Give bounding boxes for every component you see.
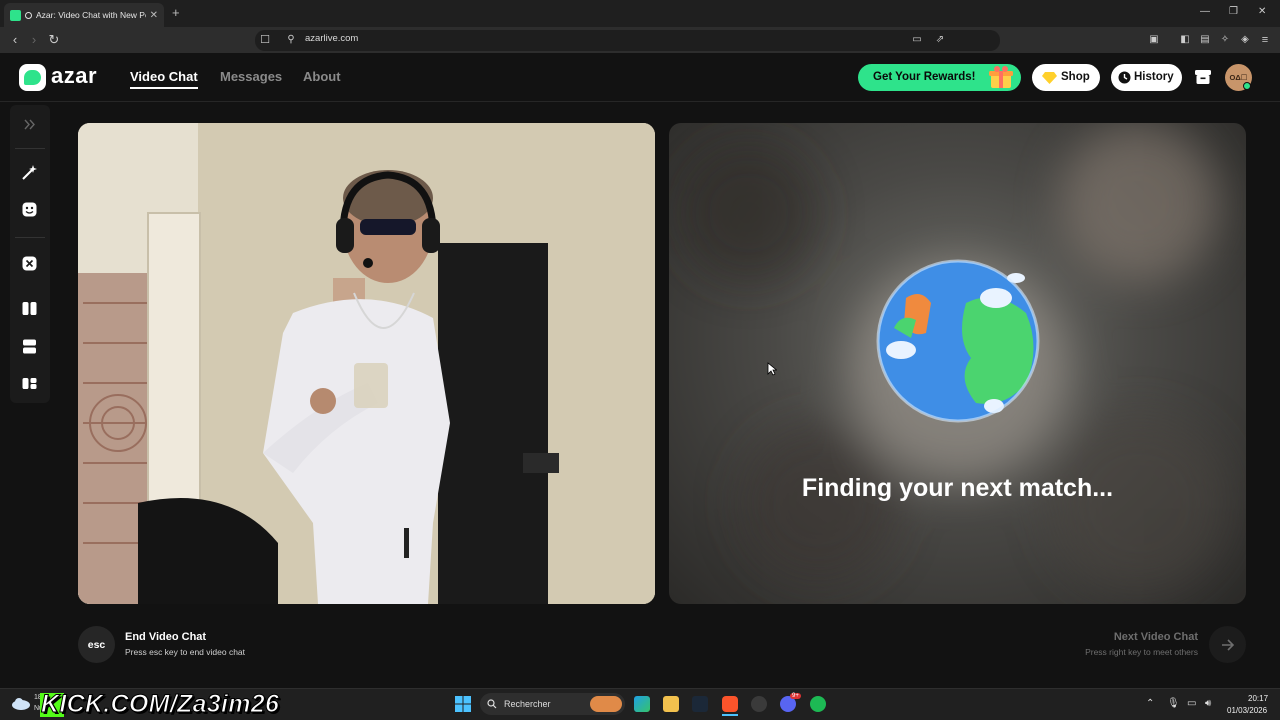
wallet-icon[interactable]: ▤	[1197, 32, 1213, 48]
shop-button[interactable]: Shop	[1032, 64, 1100, 91]
history-button[interactable]: History	[1111, 64, 1182, 91]
windows-start-icon[interactable]	[455, 696, 471, 712]
microphone-icon[interactable]: 🎙︎	[1167, 698, 1180, 709]
nav-video-chat[interactable]: Video Chat	[130, 69, 198, 84]
stream-overlay-text: KICK.COM/Za3im26	[40, 690, 280, 719]
sidebar-toggle-icon[interactable]: ◧	[1177, 32, 1193, 48]
recording-icon	[25, 11, 32, 19]
layout-pip-icon[interactable]	[21, 375, 38, 392]
inbox-box-icon[interactable]	[1194, 68, 1212, 86]
tab-title: Azar: Video Chat with New Pe	[36, 10, 146, 20]
end-video-chat-button[interactable]: esc	[78, 626, 115, 663]
online-status-dot	[1243, 82, 1251, 90]
shop-label: Shop	[1061, 71, 1090, 83]
browser-tab-bar: Azar: Video Chat with New Pe ✕ + — ❐ ✕	[0, 0, 1280, 27]
end-video-chat-title: End Video Chat	[125, 631, 207, 643]
history-label: History	[1134, 71, 1174, 83]
clock-time[interactable]: 20:17	[1248, 694, 1268, 703]
brave-taskbar-icon[interactable]	[722, 696, 738, 712]
arrow-right-icon	[1221, 638, 1234, 651]
close-tab-icon[interactable]: ✕	[150, 10, 158, 21]
gem-icon	[1042, 72, 1057, 84]
nav-messages[interactable]: Messages	[220, 69, 282, 84]
reading-icon[interactable]: ▣	[1146, 32, 1162, 48]
sidebar-divider	[15, 148, 45, 149]
next-video-chat-title: Next Video Chat	[1113, 631, 1198, 643]
site-info-icon[interactable]: ⚲	[283, 32, 299, 48]
volume-icon[interactable]: 🔊︎	[1205, 698, 1211, 709]
bookmark-icon[interactable]: ☐	[257, 32, 273, 48]
search-placeholder: Rechercher	[504, 699, 551, 709]
layout-side-by-side-icon[interactable]	[21, 300, 38, 317]
globe-icon	[876, 259, 1040, 423]
edge-browser-icon[interactable]	[634, 696, 650, 712]
sidebar-divider	[15, 237, 45, 238]
restore-icon[interactable]: ❐	[1229, 6, 1238, 17]
minimize-icon[interactable]: —	[1200, 6, 1210, 17]
magic-wand-icon[interactable]	[21, 164, 38, 181]
end-video-chat-hint: Press esc key to end video chat	[125, 647, 246, 657]
address-bar[interactable]	[255, 30, 1000, 51]
gift-icon	[989, 66, 1013, 88]
nav-about[interactable]: About	[303, 69, 341, 84]
esc-key-label: esc	[87, 638, 106, 651]
window-close-icon[interactable]: ✕	[1258, 6, 1266, 17]
back-icon[interactable]: ‹	[7, 32, 23, 48]
share-icon[interactable]: ⇗	[932, 32, 948, 48]
vpn-icon[interactable]: ◈	[1237, 32, 1253, 48]
spotify-icon[interactable]	[810, 696, 826, 712]
video-off-icon[interactable]	[21, 255, 38, 272]
next-video-chat-button[interactable]	[1209, 626, 1246, 663]
avatar-text: OΔ☐	[1229, 73, 1248, 82]
azar-favicon-icon	[10, 9, 21, 21]
file-explorer-icon[interactable]	[663, 696, 679, 712]
logo-text[interactable]: azar	[51, 63, 97, 89]
expand-sidebar-icon[interactable]	[21, 116, 38, 133]
browser-tab[interactable]: Azar: Video Chat with New Pe ✕	[4, 3, 164, 27]
browser-toolbar: ‹ › ↻ ☐ ⚲ ▭ ⇗ 2 1 ▣ ◧ ▤ ✧ ◈ ≡	[0, 27, 1280, 73]
finding-match-text: Finding your next match...	[801, 474, 1114, 502]
local-camera-feed	[78, 123, 655, 604]
camera-scene	[78, 123, 655, 604]
notification-badge: 9+	[790, 693, 801, 699]
azar-logo-icon[interactable]	[19, 64, 46, 91]
app-icon[interactable]	[751, 696, 767, 712]
network-icon[interactable]: ▭	[1187, 698, 1196, 709]
new-tab-icon[interactable]: +	[172, 5, 180, 20]
active-nav-underline	[130, 87, 198, 89]
reload-icon[interactable]: ↻	[46, 32, 62, 48]
active-app-indicator	[722, 714, 738, 716]
clock-date[interactable]: 01/03/2026	[1227, 706, 1267, 715]
menu-icon[interactable]: ≡	[1257, 32, 1273, 48]
weather-cloud-icon[interactable]	[11, 696, 31, 710]
search-highlight-icon	[590, 696, 622, 712]
steam-icon[interactable]	[692, 696, 708, 712]
left-sidebar	[10, 105, 50, 403]
search-icon	[487, 699, 497, 709]
face-filter-icon[interactable]	[21, 201, 38, 218]
url-text[interactable]: azarlive.com	[305, 33, 358, 44]
forward-icon[interactable]: ›	[26, 32, 42, 48]
cast-icon[interactable]: ▭	[909, 32, 925, 48]
rewards-label: Get Your Rewards!	[873, 71, 976, 83]
clock-icon	[1118, 71, 1131, 84]
tray-overflow-icon[interactable]: ⌃	[1146, 698, 1154, 709]
layout-stacked-icon[interactable]	[21, 338, 38, 355]
leo-ai-icon[interactable]: ✧	[1217, 32, 1233, 48]
mouse-cursor-icon	[767, 362, 777, 376]
next-video-chat-hint: Press right key to meet others	[1085, 647, 1198, 657]
